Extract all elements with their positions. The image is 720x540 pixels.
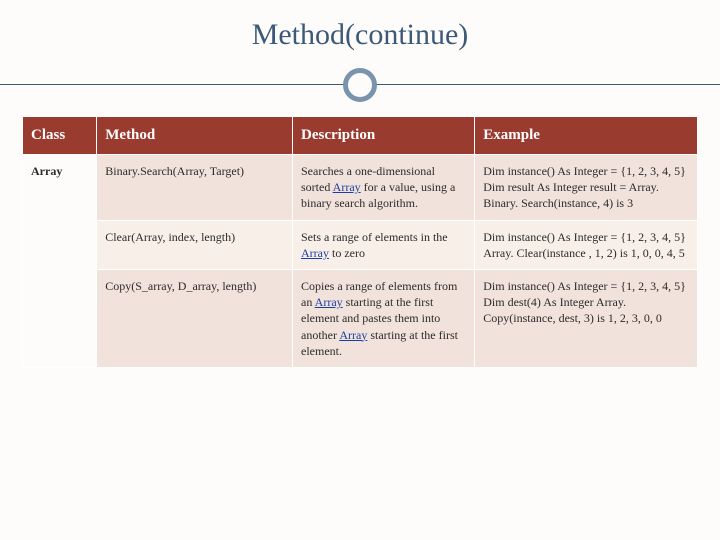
method-description: Searches a one-dimensional sorted Array … <box>293 155 475 221</box>
method-description: Copies a range of elements from an Array… <box>293 269 475 367</box>
header-class: Class <box>23 117 97 155</box>
method-example: Dim instance() As Integer = {1, 2, 3, 4,… <box>475 155 698 221</box>
divider <box>22 62 698 108</box>
method-name: Binary.Search(Array, Target) <box>97 155 293 221</box>
table-row: Array Binary.Search(Array, Target) Searc… <box>23 155 698 221</box>
method-example: Dim instance() As Integer = {1, 2, 3, 4,… <box>475 269 698 367</box>
method-name: Clear(Array, index, length) <box>97 220 293 269</box>
header-description: Description <box>293 117 475 155</box>
table-row: Copy(S_array, D_array, length) Copies a … <box>23 269 698 367</box>
slide-title: Method(continue) <box>22 18 698 52</box>
array-link[interactable]: Array <box>301 246 329 260</box>
header-example: Example <box>475 117 698 155</box>
table-header-row: Class Method Description Example <box>23 117 698 155</box>
array-link[interactable]: Array <box>315 295 343 309</box>
divider-ring-icon <box>343 68 377 102</box>
method-description: Sets a range of elements in the Array to… <box>293 220 475 269</box>
array-link[interactable]: Array <box>333 180 361 194</box>
title-wrap: Method(continue) <box>22 18 698 52</box>
slide: Method(continue) Class Method Descriptio… <box>0 0 720 540</box>
table-row: Clear(Array, index, length) Sets a range… <box>23 220 698 269</box>
class-cell: Array <box>23 155 97 368</box>
method-name: Copy(S_array, D_array, length) <box>97 269 293 367</box>
header-method: Method <box>97 117 293 155</box>
desc-text: Sets a range of elements in the <box>301 230 448 244</box>
desc-text: to zero <box>329 246 365 260</box>
methods-table: Class Method Description Example Array B… <box>22 116 698 368</box>
array-link[interactable]: Array <box>339 328 367 342</box>
method-example: Dim instance() As Integer = {1, 2, 3, 4,… <box>475 220 698 269</box>
